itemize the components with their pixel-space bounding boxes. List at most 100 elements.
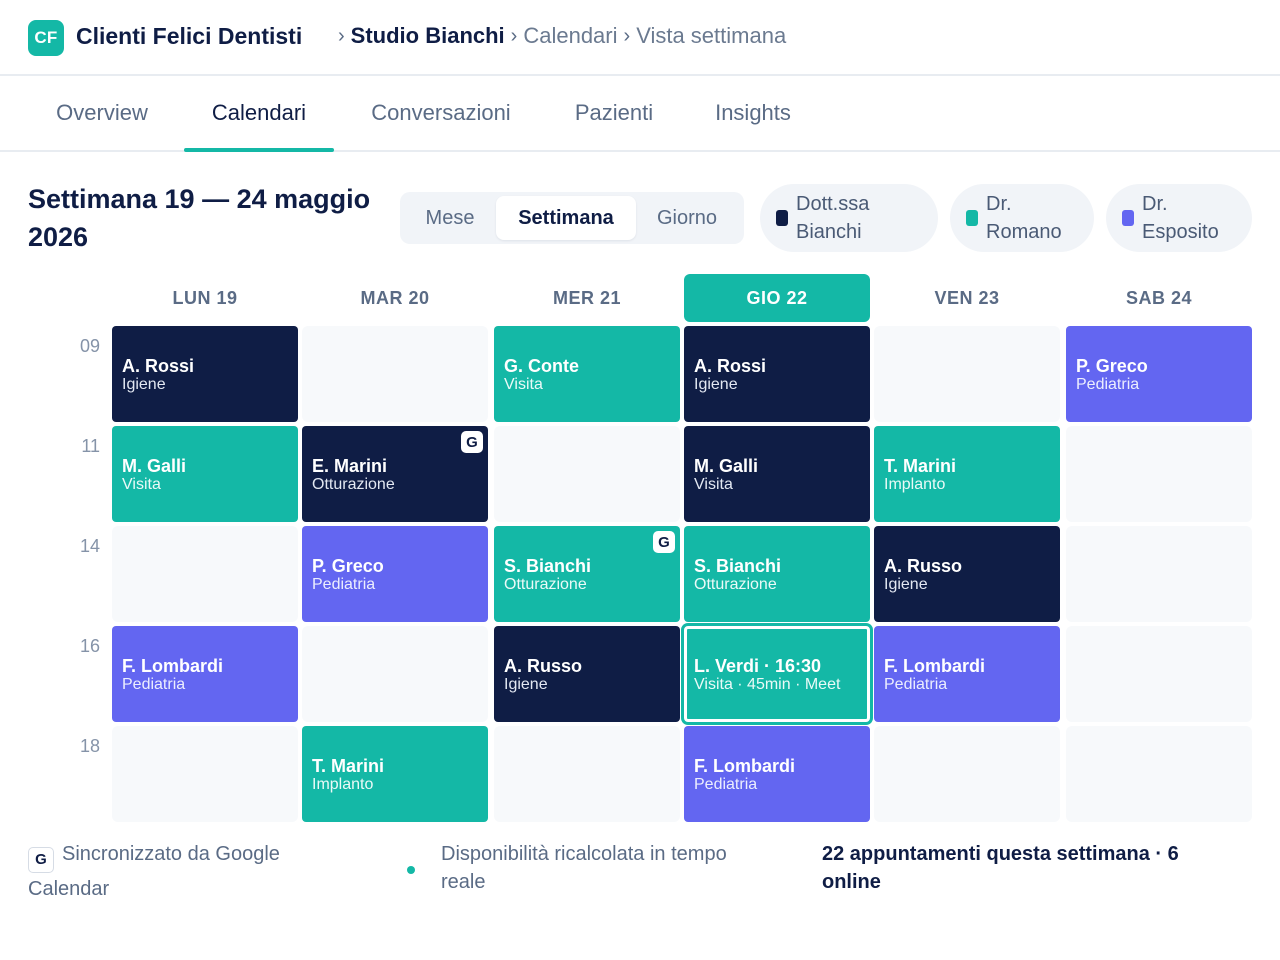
chevron-right-icon: › (510, 25, 518, 47)
google-calendar-icon: G (653, 531, 675, 553)
empty-slot[interactable] (1066, 626, 1252, 722)
empty-slot[interactable] (874, 726, 1060, 822)
empty-slot[interactable] (1066, 726, 1252, 822)
weekly-summary: 22 appuntamenti questa settimana · 6 onl… (822, 843, 1179, 893)
appointment-card[interactable]: T. Marini Implanto (302, 726, 488, 822)
day-header[interactable]: LUN 19 (112, 274, 298, 322)
breadcrumb-calendari[interactable]: Calendari (523, 22, 617, 50)
day-header[interactable]: GIO 22 (684, 274, 870, 322)
appointment-patient: T. Marini (312, 756, 385, 776)
day-header[interactable]: SAB 24 (1066, 274, 1252, 322)
appointment-patient: P. Greco (312, 556, 384, 576)
brand-logo[interactable]: CF (28, 20, 64, 56)
google-sync-text: Sincronizzato da Google Calendar (28, 843, 280, 900)
day-header[interactable]: MER 21 (494, 274, 680, 322)
empty-slot[interactable] (112, 726, 298, 822)
view-week-button[interactable]: Settimana (496, 196, 636, 240)
appointment-type: Otturazione (504, 576, 587, 593)
appointment-patient: A. Rossi (122, 356, 195, 376)
empty-slot[interactable] (112, 526, 298, 622)
hour-label: 18 (79, 736, 100, 756)
appointment-card[interactable]: M. Galli Visita (684, 426, 870, 522)
appointment-type: Visita (504, 376, 543, 393)
appointment-card[interactable]: F. Lombardi Pediatria (112, 626, 298, 722)
view-month-button[interactable]: Mese (404, 196, 496, 240)
empty-slot[interactable] (1066, 426, 1252, 522)
hour-label: 09 (79, 336, 100, 356)
google-sync-note: G Sincronizzato da Google Calendar (28, 838, 348, 905)
empty-slot[interactable] (1066, 526, 1252, 622)
day-header[interactable]: VEN 23 (874, 274, 1060, 322)
tab-insights[interactable]: Insights (688, 76, 818, 150)
appointment-type: Pediatria (694, 776, 758, 793)
appointment-patient: S. Bianchi (694, 556, 782, 576)
top-bar: CF Clienti Felici Dentisti › Studio Bian… (0, 0, 1280, 76)
day-header[interactable]: MAR 20 (302, 274, 488, 322)
appointment-card[interactable]: S. Bianchi Otturazione (684, 526, 870, 622)
appointment-card[interactable]: P. Greco Pediatria (1066, 326, 1252, 422)
appointment-patient: P. Greco (1076, 356, 1148, 376)
appointment-type: Implanto (884, 476, 946, 493)
doctor-filter-bianchi[interactable]: Dott.ssa Bianchi (760, 184, 938, 252)
appointment-card[interactable]: S. Bianchi Otturazione G (494, 526, 680, 622)
doctor-filter-label: Dr. Romano (986, 193, 1062, 243)
appointment-patient: S. Bianchi (504, 556, 592, 576)
appointment-patient: L. Verdi · 16:30 (694, 656, 822, 676)
appointment-type: Visita (122, 476, 161, 493)
appointment-type: Pediatria (122, 676, 186, 693)
appointment-type: Visita (694, 476, 733, 493)
appointment-patient: F. Lombardi (884, 656, 986, 676)
appointment-card-selected[interactable]: L. Verdi · 16:30 Visita · 45min · Meet (684, 626, 870, 722)
tab-conversazioni[interactable]: Conversazioni (342, 76, 540, 150)
appointment-patient: A. Russo (504, 656, 583, 676)
google-calendar-icon: G (28, 847, 54, 873)
doctor-color-swatch (1122, 210, 1134, 226)
empty-slot[interactable] (302, 626, 488, 722)
appointment-patient: F. Lombardi (122, 656, 224, 676)
week-title: Settimana 19 — 24 maggio 2026 (28, 184, 371, 252)
appointment-type: Igiene (884, 576, 928, 593)
appointment-type: Implanto (312, 776, 374, 793)
appointment-card[interactable]: E. Marini Otturazione G (302, 426, 488, 522)
appointment-card[interactable]: P. Greco Pediatria (302, 526, 488, 622)
tab-overview[interactable]: Overview (28, 76, 176, 150)
appointment-card[interactable]: A. Russo Igiene (494, 626, 680, 722)
breadcrumb-studio[interactable]: Studio Bianchi (351, 22, 505, 50)
brand-name[interactable]: Clienti Felici Dentisti (76, 22, 302, 50)
appointment-card[interactable]: T. Marini Implanto (874, 426, 1060, 522)
view-switcher: Mese Settimana Giorno (400, 192, 744, 244)
appointment-patient: M. Galli (694, 456, 759, 476)
appointment-card[interactable]: A. Rossi Igiene (684, 326, 870, 422)
appointment-patient: M. Galli (122, 456, 187, 476)
appointment-patient: G. Conte (504, 356, 579, 376)
doctor-color-swatch (966, 210, 978, 226)
live-status-dot (407, 866, 415, 874)
doctor-filter-esposito[interactable]: Dr. Esposito (1106, 184, 1252, 252)
tab-calendari[interactable]: Calendari (184, 76, 334, 152)
tab-pazienti[interactable]: Pazienti (548, 76, 680, 150)
google-calendar-icon: G (461, 431, 483, 453)
appointment-type: Igiene (504, 676, 548, 693)
empty-slot[interactable] (494, 426, 680, 522)
appointment-card[interactable]: F. Lombardi Pediatria (874, 626, 1060, 722)
breadcrumb-vista-settimana: Vista settimana (636, 23, 787, 48)
appointment-type: Pediatria (884, 676, 948, 693)
appointment-card[interactable]: M. Galli Visita (112, 426, 298, 522)
empty-slot[interactable] (874, 326, 1060, 422)
appointment-card[interactable]: F. Lombardi Pediatria (684, 726, 870, 822)
appointment-card[interactable]: A. Russo Igiene (874, 526, 1060, 622)
hour-label: 16 (79, 636, 100, 656)
appointment-type: Igiene (122, 376, 166, 393)
appointment-patient: E. Marini (312, 456, 388, 476)
appointment-patient: F. Lombardi (694, 756, 796, 776)
breadcrumb: › Studio Bianchi › Calendari › Vista set… (338, 22, 786, 50)
appointment-patient: A. Russo (884, 556, 963, 576)
view-day-button[interactable]: Giorno (636, 196, 738, 240)
appointment-card[interactable]: A. Rossi Igiene (112, 326, 298, 422)
empty-slot[interactable] (302, 326, 488, 422)
appointment-card[interactable]: G. Conte Visita (494, 326, 680, 422)
chevron-right-icon: › (623, 25, 631, 47)
empty-slot[interactable] (494, 726, 680, 822)
doctor-filter-romano[interactable]: Dr. Romano (950, 184, 1094, 252)
main-tabs: Overview Calendari Conversazioni Pazient… (0, 76, 1280, 152)
